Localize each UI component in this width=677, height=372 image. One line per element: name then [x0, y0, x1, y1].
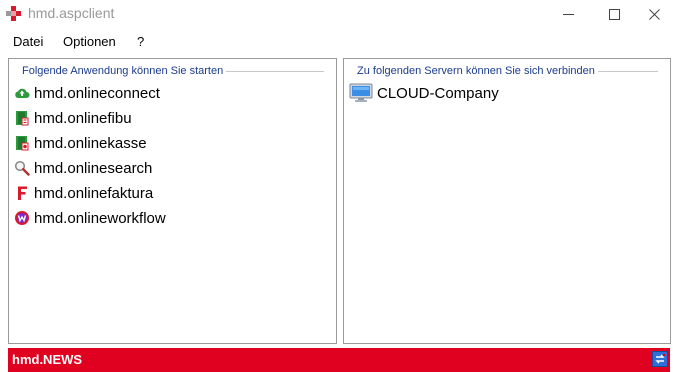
- servers-group-legend: Zu folgenden Servern können Sie sich ver…: [356, 63, 658, 79]
- news-title: hmd.NEWS: [12, 352, 83, 367]
- window-title: hmd.aspclient: [28, 5, 115, 21]
- minimize-button[interactable]: [545, 0, 591, 28]
- menu-optionen[interactable]: Optionen: [63, 34, 116, 49]
- minimize-icon: [562, 13, 574, 15]
- app-item-onlinefaktura[interactable]: hmd.onlinefaktura: [14, 182, 153, 204]
- app-item-onlinesearch[interactable]: hmd.onlinesearch: [14, 157, 152, 179]
- menu-help[interactable]: ?: [137, 34, 144, 49]
- server-item-cloud-company[interactable]: CLOUD-Company: [349, 81, 499, 105]
- menu-datei[interactable]: Datei: [13, 34, 43, 49]
- app-item-label: hmd.onlineworkflow: [34, 209, 166, 227]
- app-item-label: hmd.onlinekasse: [34, 134, 147, 152]
- menu-bar: Datei Optionen ?: [0, 28, 677, 52]
- magnifier-icon: [14, 160, 30, 176]
- news-refresh-button[interactable]: [652, 351, 668, 367]
- app-item-label: hmd.onlineconnect: [34, 84, 160, 102]
- refresh-icon: [655, 353, 666, 364]
- app-item-label: hmd.onlinefaktura: [34, 184, 154, 202]
- kasse-book-icon: [14, 135, 30, 151]
- app-item-label: hmd.onlinefibu: [34, 109, 132, 127]
- faktura-f-icon: [14, 185, 30, 201]
- workflow-icon: [14, 210, 30, 226]
- cloud-upload-icon: [14, 85, 30, 101]
- maximize-icon: [608, 8, 620, 20]
- close-button[interactable]: [631, 0, 677, 28]
- server-item-label: CLOUD-Company: [377, 84, 499, 102]
- app-item-onlineconnect[interactable]: hmd.onlineconnect: [14, 82, 160, 104]
- app-item-label: hmd.onlinesearch: [34, 159, 153, 177]
- fibu-book-icon: [14, 110, 30, 126]
- app-item-onlinekasse[interactable]: hmd.onlinekasse: [14, 132, 147, 154]
- apps-legend-label: Folgende Anwendung können Sie starten: [21, 63, 227, 79]
- monitor-icon: [349, 83, 373, 103]
- servers-panel: Zu folgenden Servern können Sie sich ver…: [343, 58, 671, 344]
- app-item-onlineworkflow[interactable]: hmd.onlineworkflow: [14, 207, 166, 229]
- app-item-onlinefibu[interactable]: hmd.onlinefibu: [14, 107, 132, 129]
- close-icon: [648, 8, 660, 20]
- title-bar: hmd.aspclient: [0, 0, 677, 28]
- news-bar: hmd.NEWS: [8, 348, 670, 372]
- apps-panel: Folgende Anwendung können Sie starten hm…: [8, 58, 337, 344]
- servers-legend-label: Zu folgenden Servern können Sie sich ver…: [356, 63, 598, 79]
- apps-group-legend: Folgende Anwendung können Sie starten: [21, 63, 324, 79]
- app-logo-icon: [6, 6, 21, 21]
